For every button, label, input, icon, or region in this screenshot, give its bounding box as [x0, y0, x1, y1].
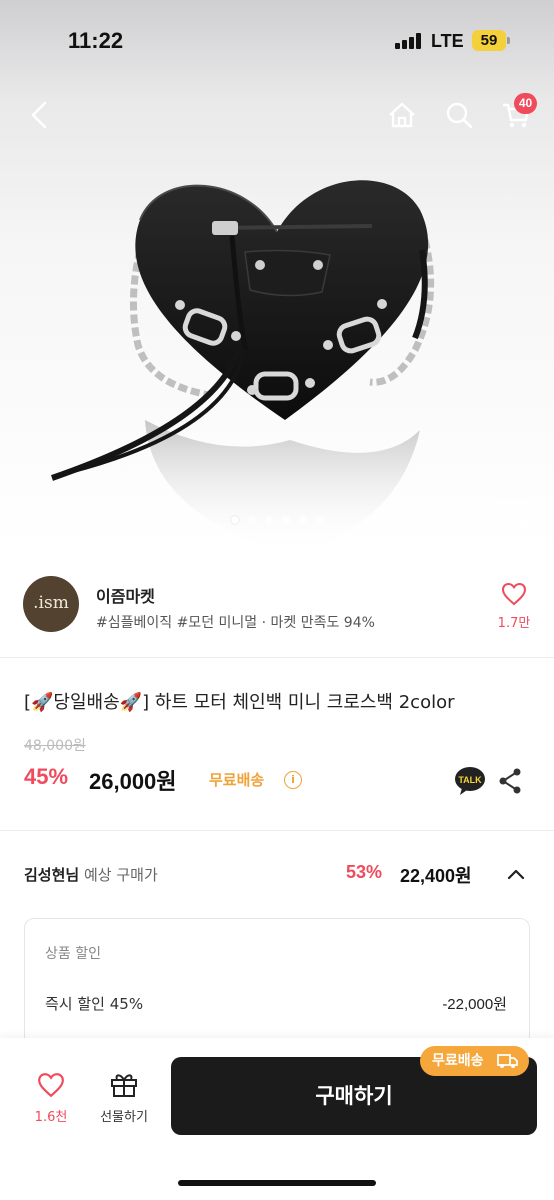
section-divider — [0, 830, 554, 831]
battery-icon: 59 — [472, 30, 506, 51]
share-button[interactable] — [497, 767, 523, 799]
user-name: 김성현님 — [24, 866, 80, 884]
original-price: 48,000원 — [24, 738, 86, 754]
free-shipping-badge-label: 무료배송 — [432, 1053, 484, 1069]
kakaotalk-icon: TALK — [455, 767, 485, 795]
discount-breakdown: 상품 할인 즉시 할인 45% -22,000원 — [24, 918, 530, 1058]
heart-icon — [38, 1073, 64, 1098]
talk-button[interactable]: TALK — [454, 766, 486, 800]
home-icon — [389, 102, 415, 128]
expected-price: 22,400원 — [400, 866, 472, 886]
expand-icon — [501, 499, 529, 527]
free-shipping-label: 무료배송 — [209, 771, 265, 789]
gift-icon — [111, 1074, 137, 1097]
expected-price-caption: 예상 구매가 — [83, 866, 158, 884]
search-button[interactable] — [437, 93, 481, 137]
pagination-dot — [247, 516, 256, 524]
store-tags: #심플베이직 #모던 미니멀 · 마켓 만족도 94% — [96, 615, 375, 631]
back-icon — [31, 101, 47, 129]
breakdown-header: 상품 할인 — [45, 946, 101, 962]
fullscreen-button[interactable] — [498, 496, 532, 530]
bottom-action-bar: 1.6천 선물하기 구매하기 무료배송 — [0, 1038, 554, 1200]
home-button[interactable] — [380, 93, 424, 137]
back-button[interactable] — [18, 93, 62, 137]
network-type: LTE — [431, 31, 464, 51]
gallery-pagination — [0, 516, 554, 528]
free-shipping-badge: 무료배송 — [420, 1046, 529, 1076]
signal-icon — [395, 33, 423, 49]
store-like-button[interactable]: 1.7만 — [488, 582, 540, 632]
share-icon — [499, 768, 521, 794]
store-name[interactable]: 이즘마켓 — [96, 583, 155, 607]
product-title: [🚀당일배송🚀] 하트 모터 체인백 미니 크로스백 2color — [24, 692, 455, 713]
status-time: 11:22 — [68, 28, 124, 53]
store-row[interactable]: .ism 이즘마켓 #심플베이직 #모던 미니멀 · 마켓 만족도 94% 1.… — [0, 554, 554, 658]
pagination-dot — [264, 516, 273, 524]
heart-icon — [501, 582, 527, 606]
expected-price-label: 김성현님 예상 구매가 — [24, 864, 158, 885]
pagination-dot — [281, 516, 290, 524]
talk-label: TALK — [458, 775, 482, 785]
sale-price: 26,000원 — [89, 769, 177, 794]
cart-count-badge: 40 — [514, 93, 537, 114]
store-logo: .ism — [23, 576, 79, 632]
like-button[interactable]: 1.6천 — [24, 1072, 78, 1125]
store-like-count: 1.7만 — [497, 616, 531, 631]
chevron-up-icon — [507, 869, 525, 880]
discount-rate: 45% — [24, 764, 69, 789]
pagination-dot — [315, 516, 324, 524]
home-indicator — [178, 1180, 376, 1186]
search-icon — [446, 102, 473, 129]
collapse-button[interactable] — [504, 862, 528, 886]
gift-label: 선물하기 — [100, 1110, 148, 1125]
breakdown-row-label: 즉시 할인 45% — [45, 995, 144, 1013]
info-icon[interactable]: i — [284, 771, 302, 789]
truck-icon — [497, 1054, 518, 1068]
like-count: 1.6천 — [34, 1110, 68, 1125]
gift-button[interactable]: 선물하기 — [92, 1070, 156, 1125]
pagination-dot — [230, 516, 239, 524]
battery-tip — [507, 37, 510, 44]
expected-discount-rate: 53% — [346, 862, 383, 882]
product-image-gallery[interactable]: 11:22 LTE 59 40 — [0, 0, 554, 554]
status-bar: 11:22 LTE 59 — [0, 0, 554, 84]
pagination-dot — [298, 516, 307, 524]
breakdown-row-value: -22,000원 — [442, 996, 507, 1013]
